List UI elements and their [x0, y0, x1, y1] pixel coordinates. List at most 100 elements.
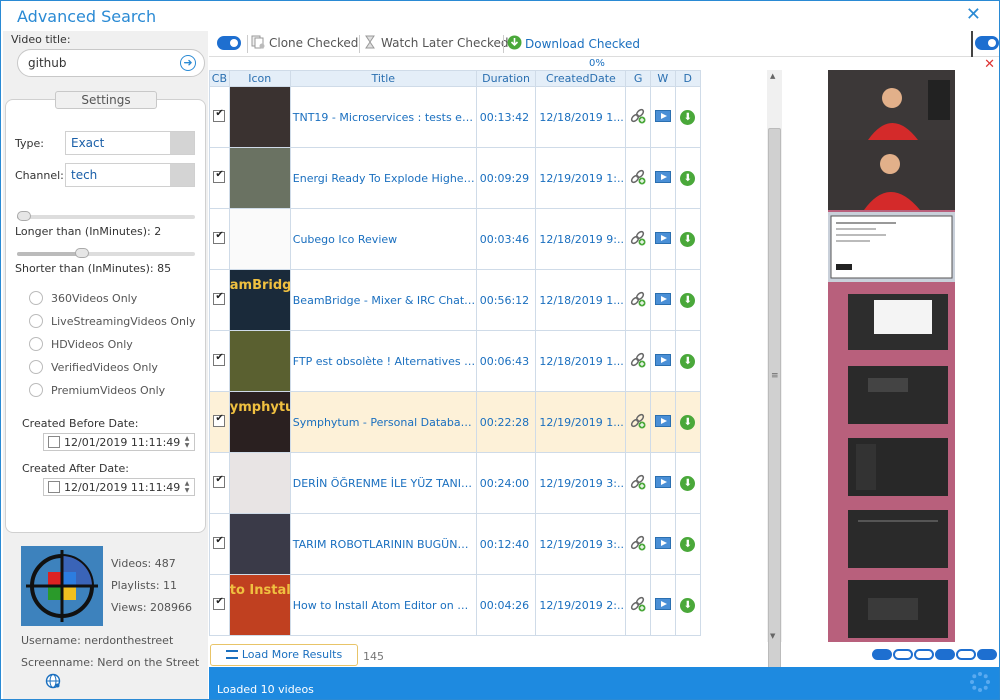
table-row[interactable]: Energi Ready To Explode Highest ...00:09…	[209, 147, 702, 209]
grid-scrollbar[interactable]: ▲ ≡ ▼	[767, 70, 782, 684]
video-title-cell[interactable]: TARIM ROBOTLARININ BUGÜNÜ V...	[289, 513, 477, 575]
view-toggle-6[interactable]	[977, 649, 997, 660]
type-combo[interactable]: Exact	[65, 131, 195, 155]
radio-premium[interactable]	[29, 383, 43, 397]
link-add-icon[interactable]	[629, 473, 647, 494]
link-add-icon[interactable]	[629, 107, 647, 128]
d-cell[interactable]: ⬇	[674, 208, 702, 270]
col-createddate[interactable]: CreatedDate	[535, 70, 627, 87]
created-after-checkbox[interactable]	[48, 481, 60, 493]
radio-360[interactable]	[29, 291, 43, 305]
row-checkbox-cell[interactable]	[209, 86, 230, 148]
w-cell[interactable]	[650, 269, 676, 331]
link-add-icon[interactable]	[629, 534, 647, 555]
row-checkbox-cell[interactable]	[209, 513, 230, 575]
date-spinner[interactable]: ▲ ▼	[181, 480, 193, 494]
slider-thumb[interactable]	[17, 211, 31, 221]
longer-than-slider[interactable]	[17, 211, 195, 221]
scroll-up-arrow[interactable]: ▲	[770, 72, 775, 80]
link-add-icon[interactable]	[629, 595, 647, 616]
view-toggle-5[interactable]	[956, 649, 976, 660]
w-cell[interactable]	[650, 513, 676, 575]
d-cell[interactable]: ⬇	[674, 269, 702, 331]
g-cell[interactable]	[625, 269, 652, 331]
channel-dropdown-button[interactable]	[170, 164, 194, 186]
row-checkbox-cell[interactable]	[209, 391, 230, 453]
watch-later-checked-button[interactable]: Watch Later Checked	[363, 35, 509, 53]
play-video-icon[interactable]	[654, 414, 671, 427]
created-after-picker[interactable]: 12/01/2019 11:11:49 ▲ ▼	[43, 478, 195, 496]
load-more-button[interactable]: Load More Results	[210, 644, 358, 666]
link-add-icon[interactable]	[629, 229, 647, 250]
w-cell[interactable]	[650, 330, 676, 392]
g-cell[interactable]	[625, 452, 652, 514]
download-icon[interactable]: ⬇	[680, 170, 696, 186]
row-checkbox[interactable]	[213, 474, 226, 488]
row-checkbox[interactable]	[213, 230, 226, 244]
video-title-cell[interactable]: FTP est obsolète ! Alternatives à F...	[289, 330, 477, 392]
video-title-cell[interactable]: How to Install Atom Editor on Ubu...	[289, 574, 477, 636]
table-row[interactable]: FTP est obsolète ! Alternatives à F...00…	[209, 330, 702, 392]
created-before-checkbox[interactable]	[48, 436, 60, 448]
play-video-icon[interactable]	[654, 536, 671, 549]
table-row[interactable]: Cubego Ico Review00:03:4612/18/2019 9:..…	[209, 208, 702, 270]
view-toggle-1[interactable]	[872, 649, 892, 660]
created-before-picker[interactable]: 12/01/2019 11:11:49 ▲ ▼	[43, 433, 195, 451]
g-cell[interactable]	[625, 330, 652, 392]
g-cell[interactable]	[625, 391, 652, 453]
col-title[interactable]: Title	[289, 70, 477, 87]
radio-livestreaming[interactable]	[29, 314, 43, 328]
video-title-cell[interactable]: BeamBridge - Mixer & IRC Chat Bri...	[289, 269, 477, 331]
slider-thumb[interactable]	[75, 248, 89, 258]
link-add-icon[interactable]	[629, 290, 647, 311]
row-checkbox-cell[interactable]	[209, 452, 230, 514]
row-checkbox[interactable]	[213, 291, 226, 305]
play-video-icon[interactable]	[654, 353, 671, 366]
download-icon[interactable]: ⬇	[680, 109, 696, 125]
preview-toggle[interactable]	[975, 36, 999, 50]
type-dropdown-button[interactable]	[170, 132, 194, 154]
video-title-cell[interactable]: DERİN ÖĞRENME İLE YÜZ TANIMA...	[289, 452, 477, 514]
view-toggle-2[interactable]	[893, 649, 913, 660]
row-checkbox[interactable]	[213, 108, 226, 122]
scroll-thumb[interactable]: ≡	[768, 128, 781, 684]
w-cell[interactable]	[650, 574, 676, 636]
video-title-cell[interactable]: TNT19 - Microservices : tests et d...	[289, 86, 477, 148]
row-checkbox-cell[interactable]	[209, 208, 230, 270]
col-d[interactable]: D	[674, 70, 702, 87]
shorter-than-slider[interactable]	[17, 248, 195, 258]
play-video-icon[interactable]	[654, 231, 671, 244]
clone-checked-button[interactable]: Clone Checked	[251, 35, 358, 53]
download-icon[interactable]: ⬇	[680, 597, 696, 613]
table-row[interactable]: ymphytuSymphytum - Personal Database S..…	[209, 391, 702, 453]
row-checkbox-cell[interactable]	[209, 147, 230, 209]
table-row[interactable]: amBridgeBeamBridge - Mixer & IRC Chat Br…	[209, 269, 702, 331]
w-cell[interactable]	[650, 452, 676, 514]
link-add-icon[interactable]	[629, 168, 647, 189]
col-duration[interactable]: Duration	[475, 70, 537, 87]
download-icon[interactable]: ⬇	[680, 231, 696, 247]
row-checkbox-cell[interactable]	[209, 269, 230, 331]
play-video-icon[interactable]	[654, 292, 671, 305]
download-icon[interactable]: ⬇	[680, 414, 696, 430]
select-all-toggle[interactable]	[217, 36, 241, 50]
row-checkbox[interactable]	[213, 413, 226, 427]
d-cell[interactable]: ⬇	[674, 86, 702, 148]
w-cell[interactable]	[650, 208, 676, 270]
row-checkbox[interactable]	[213, 596, 226, 610]
download-icon[interactable]: ⬇	[680, 475, 696, 491]
d-cell[interactable]: ⬇	[674, 452, 702, 514]
download-icon[interactable]: ⬇	[680, 353, 696, 369]
d-cell[interactable]: ⬇	[674, 391, 702, 453]
video-title-cell[interactable]: Symphytum - Personal Database S...	[289, 391, 477, 453]
radio-hd[interactable]	[29, 337, 43, 351]
download-icon[interactable]: ⬇	[680, 292, 696, 308]
globe-icon[interactable]	[45, 673, 61, 689]
close-icon[interactable]: ✕	[966, 4, 981, 25]
row-checkbox[interactable]	[213, 169, 226, 183]
w-cell[interactable]	[650, 86, 676, 148]
play-video-icon[interactable]	[654, 109, 671, 122]
d-cell[interactable]: ⬇	[674, 330, 702, 392]
col-cb[interactable]: CB	[209, 70, 230, 87]
video-title-input[interactable]: github ➜	[17, 49, 205, 77]
